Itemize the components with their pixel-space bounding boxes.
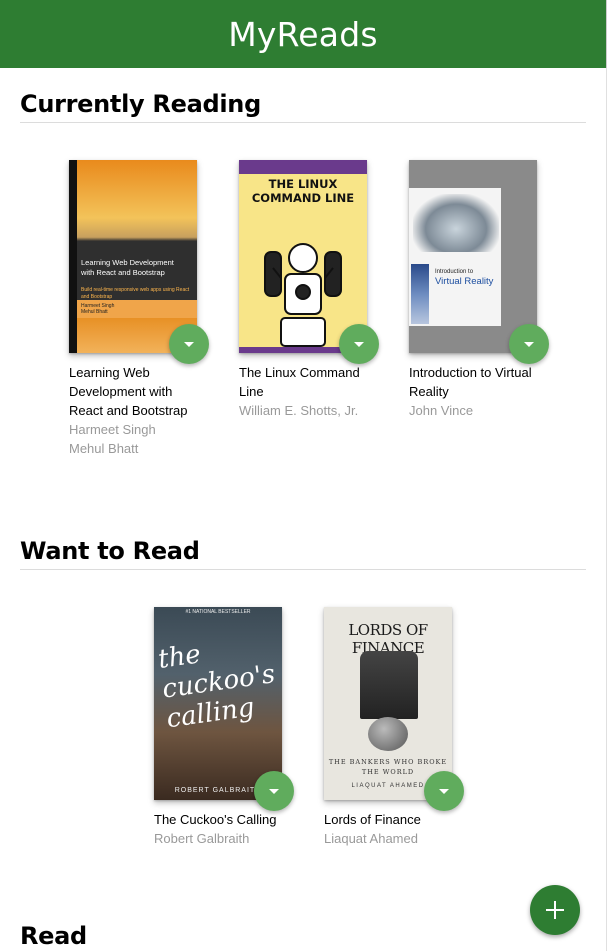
book-author: Liaquat Ahamed bbox=[324, 831, 418, 846]
shelf-title: Currently Reading bbox=[20, 68, 586, 123]
book-cover[interactable]: #1 NATIONAL BESTSELLER the cuckoo's call… bbox=[154, 607, 282, 800]
cover-title-block: Introduction to Virtual Reality bbox=[435, 268, 493, 287]
cover-spine bbox=[69, 160, 77, 353]
cover-tagline: #1 NATIONAL BESTSELLER bbox=[185, 609, 251, 615]
add-book-button[interactable] bbox=[530, 885, 580, 935]
book-item: LORDS OF FINANCE THE BANKERS WHO BROKE T… bbox=[324, 607, 464, 848]
cover-small-title: Introduction to bbox=[435, 269, 474, 275]
book-grid: Learning Web Development with React and … bbox=[20, 123, 586, 458]
shelf-changer-button[interactable] bbox=[169, 324, 209, 364]
cover-authors: Harmeet Singh Mehul Bhatt bbox=[81, 303, 115, 315]
app-title: MyReads bbox=[228, 14, 378, 54]
book-author: Harmeet Singh bbox=[69, 422, 156, 437]
book-cover[interactable]: LORDS OF FINANCE THE BANKERS WHO BROKE T… bbox=[324, 607, 452, 800]
globe-illustration bbox=[368, 717, 408, 751]
book-title: The Linux Command Line bbox=[239, 365, 360, 399]
robot-illustration bbox=[264, 243, 342, 347]
book-title: Learning Web Development with React and … bbox=[69, 365, 188, 418]
book-item: THE LINUX COMMAND LINE The Linux Command… bbox=[239, 160, 379, 458]
book-item: #1 NATIONAL BESTSELLER the cuckoo's call… bbox=[154, 607, 294, 848]
book-title: Introduction to Virtual Reality bbox=[409, 365, 532, 399]
app-header: MyReads bbox=[0, 0, 607, 68]
book-author: William E. Shotts, Jr. bbox=[239, 403, 359, 418]
shelf-changer-button[interactable] bbox=[254, 771, 294, 811]
cover-top-bar bbox=[239, 160, 367, 174]
cover-subtitle: Build real-time responsive web apps usin… bbox=[81, 287, 190, 300]
book-cover[interactable]: THE LINUX COMMAND LINE bbox=[239, 160, 367, 353]
book-title: The Cuckoo's Calling bbox=[154, 812, 277, 827]
shelf-changer-button[interactable] bbox=[424, 771, 464, 811]
cover-title: Learning Web Development with React and … bbox=[81, 258, 174, 277]
shelf-want-to-read: Want to Read #1 NATIONAL BESTSELLER the … bbox=[0, 515, 606, 848]
cover-title: the cuckoo's calling bbox=[156, 639, 277, 735]
book-item: Introduction to Virtual Reality Introduc… bbox=[409, 160, 549, 458]
car-illustration bbox=[413, 194, 499, 252]
main-content: Currently Reading Learning Web Developme… bbox=[0, 68, 607, 951]
book-author: Robert Galbraith bbox=[154, 831, 250, 846]
shelf-changer-button[interactable] bbox=[509, 324, 549, 364]
shelf-title: Read bbox=[20, 922, 87, 950]
book-title: Lords of Finance bbox=[324, 812, 421, 827]
shelf-title: Want to Read bbox=[20, 515, 586, 570]
shelf-currently-reading: Currently Reading Learning Web Developme… bbox=[0, 68, 606, 458]
book-grid: #1 NATIONAL BESTSELLER the cuckoo's call… bbox=[20, 570, 586, 848]
shelf-changer-button[interactable] bbox=[339, 324, 379, 364]
bankers-illustration bbox=[360, 651, 418, 719]
book-item: Learning Web Development with React and … bbox=[69, 160, 209, 458]
book-cover[interactable]: Learning Web Development with React and … bbox=[69, 160, 197, 353]
book-author: Mehul Bhatt bbox=[69, 441, 139, 456]
cover-title: THE LINUX COMMAND LINE bbox=[251, 177, 355, 205]
cover-strip bbox=[411, 264, 429, 324]
shelf-read: Read bbox=[0, 900, 606, 951]
cover-title: Virtual Reality bbox=[435, 276, 494, 287]
book-author: John Vince bbox=[409, 403, 474, 418]
book-cover[interactable]: Introduction to Virtual Reality bbox=[409, 160, 537, 353]
